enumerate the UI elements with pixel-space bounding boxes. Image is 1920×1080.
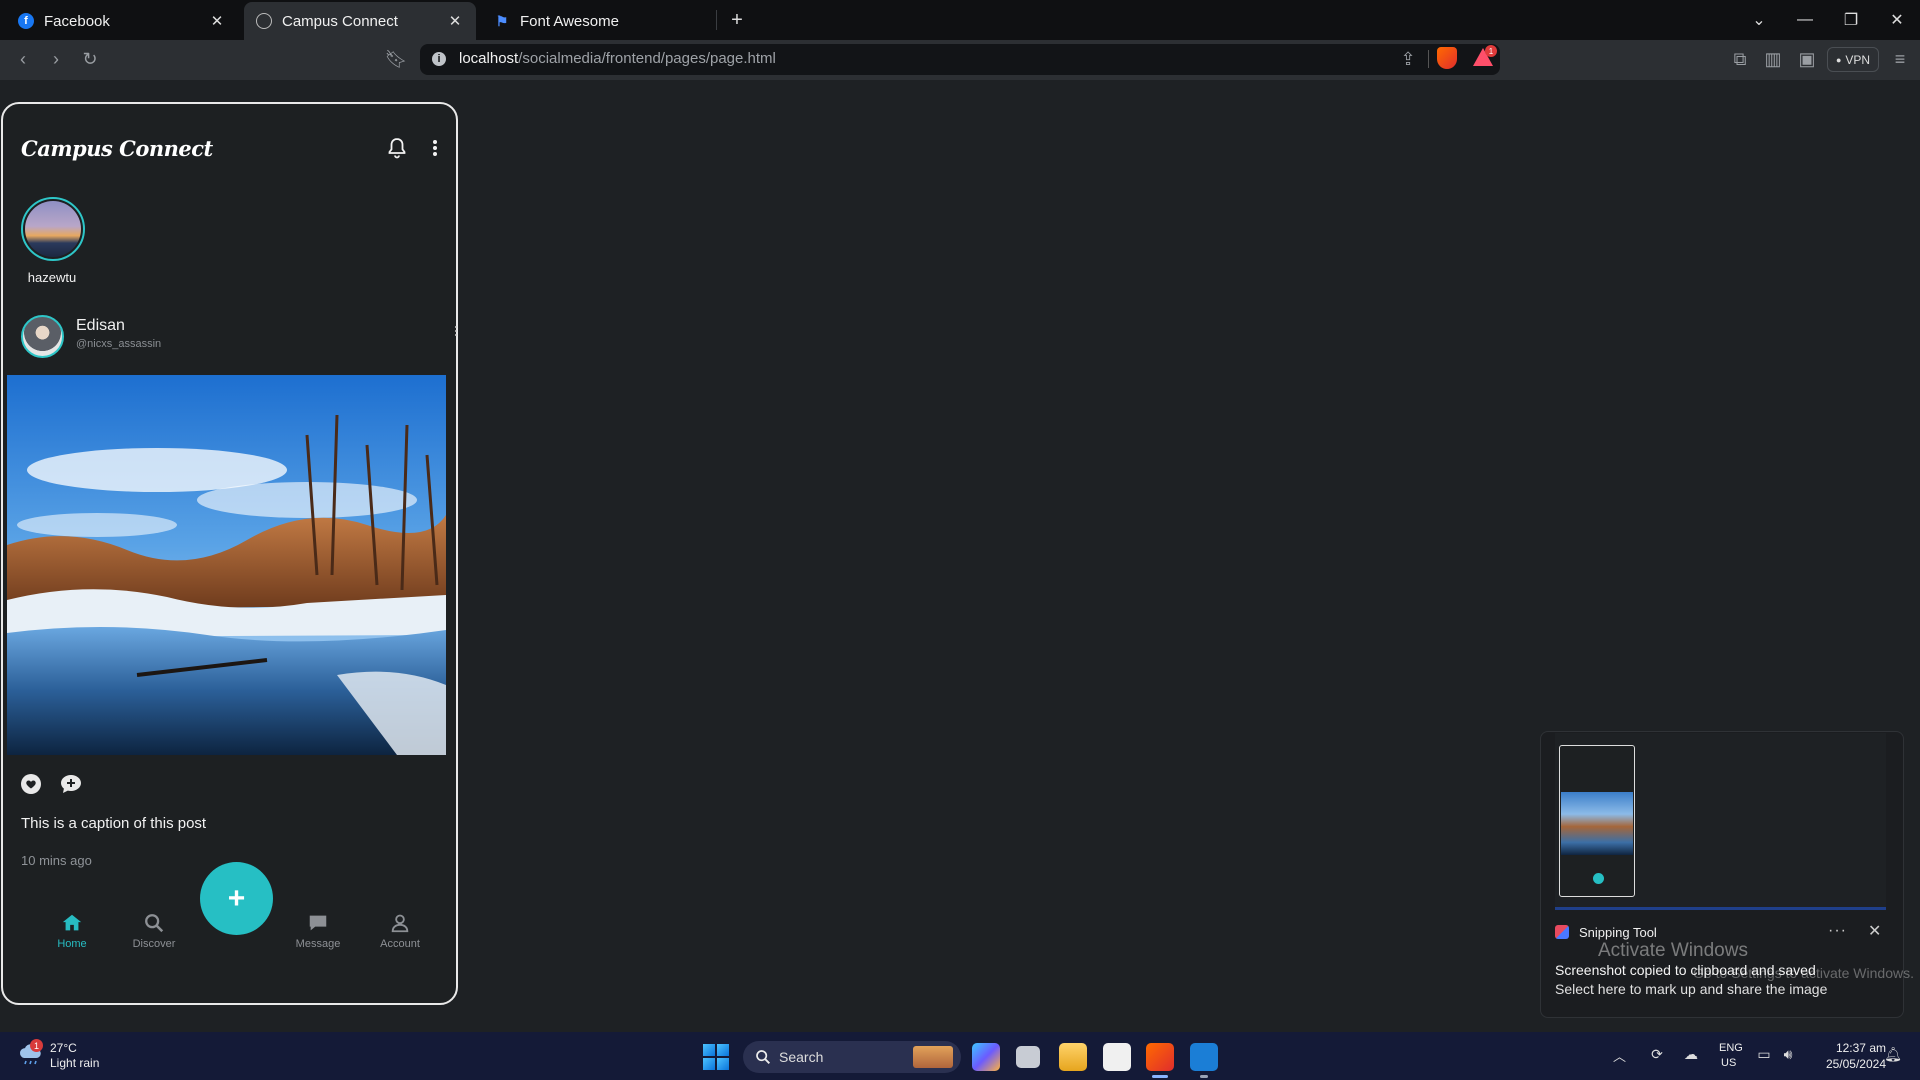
tab-search-icon[interactable]: ⌄ xyxy=(1736,0,1782,40)
nav-account[interactable]: Account xyxy=(360,912,440,950)
activation-watermark: Activate Windows xyxy=(1598,940,1748,961)
notification-bell-icon[interactable]: 🔔︎ xyxy=(1884,1045,1902,1063)
nav-discover-label: Discover xyxy=(132,938,176,950)
url-host: localhost xyxy=(459,50,519,67)
post-caption: This is a caption of this post xyxy=(21,815,207,832)
vpn-button[interactable]: ● VPN xyxy=(1827,47,1879,72)
nav-message[interactable]: Message xyxy=(278,912,358,950)
active-app-indicator xyxy=(1152,1075,1168,1078)
tab-label: Font Awesome xyxy=(520,12,619,30)
snipping-tool-icon xyxy=(1555,925,1569,939)
flag-icon: ⚑ xyxy=(495,12,509,29)
facebook-icon: f xyxy=(18,13,34,29)
chevron-up-icon[interactable]: ︿ xyxy=(1613,1046,1626,1065)
notification-more-icon[interactable]: ··· xyxy=(1828,922,1847,940)
clock-time[interactable]: 12:37 am xyxy=(1826,1041,1886,1055)
nav-home[interactable]: Home xyxy=(32,912,112,950)
url-path: /socialmedia/frontend/pages/page.html xyxy=(518,50,776,67)
wallet-icon[interactable]: ▣ xyxy=(1792,44,1822,74)
more-options-icon[interactable] xyxy=(425,136,445,160)
tab-campus-connect[interactable]: Campus Connect ✕ xyxy=(244,2,476,40)
site-info-icon[interactable]: i xyxy=(432,52,446,66)
create-post-button[interactable]: + xyxy=(200,862,273,935)
globe-icon xyxy=(256,13,272,29)
onedrive-icon[interactable]: ☁ xyxy=(1682,1045,1700,1063)
back-button[interactable]: ‹ xyxy=(8,44,38,74)
clock-date[interactable]: 25/05/2024 xyxy=(1814,1057,1886,1071)
comment-icon[interactable] xyxy=(60,774,82,794)
weather-temperature[interactable]: 27°C xyxy=(50,1041,77,1055)
weather-description[interactable]: Light rain xyxy=(50,1056,99,1070)
post-author-avatar[interactable] xyxy=(21,315,64,358)
nav-home-label: Home xyxy=(57,938,87,950)
story-avatar[interactable] xyxy=(21,197,85,261)
file-explorer-icon[interactable] xyxy=(1059,1043,1087,1071)
reload-button[interactable]: ↻ xyxy=(75,44,105,74)
tab-label: Facebook xyxy=(44,12,110,30)
close-tab-icon[interactable]: ✕ xyxy=(446,12,464,30)
tab-font-awesome[interactable]: ⚑ Font Awesome xyxy=(482,2,714,40)
volume-icon[interactable]: 🔊︎ xyxy=(1779,1045,1797,1063)
post-timestamp: 10 mins ago xyxy=(21,853,92,868)
minimize-button[interactable]: — xyxy=(1782,0,1828,40)
nav-discover[interactable]: Discover xyxy=(114,912,194,950)
tab-label: Campus Connect xyxy=(282,12,398,30)
resize-handle[interactable] xyxy=(454,326,458,340)
sync-icon[interactable]: ⟳ xyxy=(1648,1045,1666,1063)
tab-facebook[interactable]: f Facebook ✕ xyxy=(6,2,238,40)
keyboard-layout-indicator[interactable]: US xyxy=(1721,1057,1736,1069)
rewards-badge: 1 xyxy=(1485,45,1497,57)
notification-app-name: Snipping Tool xyxy=(1579,925,1657,940)
bell-icon[interactable] xyxy=(385,136,409,160)
notification-body: Select here to mark up and share the ima… xyxy=(1555,981,1828,997)
language-indicator[interactable]: ENG xyxy=(1719,1042,1743,1054)
url-divider xyxy=(1428,50,1429,68)
heart-glyph xyxy=(26,780,36,789)
close-tab-icon[interactable]: ✕ xyxy=(208,12,226,30)
search-icon xyxy=(145,914,164,933)
thumbnail-fab xyxy=(1593,873,1604,884)
taskbar-search-label: Search xyxy=(779,1049,824,1065)
copilot-icon[interactable] xyxy=(972,1043,1000,1071)
restore-button[interactable]: ❐ xyxy=(1828,0,1874,40)
start-button[interactable] xyxy=(703,1044,729,1070)
vscode-icon[interactable] xyxy=(1190,1043,1218,1071)
forward-button[interactable]: › xyxy=(41,44,71,74)
post-image[interactable] xyxy=(7,375,446,755)
bookmark-icon[interactable]: 🔖︎ xyxy=(381,44,411,74)
search-icon xyxy=(756,1050,770,1064)
network-icon[interactable]: ▭ xyxy=(1755,1045,1773,1063)
nav-message-label: Message xyxy=(295,938,341,950)
microsoft-store-icon[interactable] xyxy=(1103,1043,1131,1071)
app-logo: Campus Connect xyxy=(21,136,213,161)
url-text[interactable]: localhost/socialmedia/frontend/pages/pag… xyxy=(459,50,776,67)
thumbnail-post-image xyxy=(1561,792,1633,855)
message-icon xyxy=(309,915,327,931)
search-highlight-image xyxy=(913,1046,953,1068)
brave-shield-icon[interactable] xyxy=(1437,47,1457,69)
heart-icon[interactable] xyxy=(21,774,41,794)
close-window-button[interactable]: ✕ xyxy=(1874,0,1920,40)
vpn-label: VPN xyxy=(1845,52,1871,67)
brave-browser-icon[interactable] xyxy=(1146,1043,1174,1071)
notification-title: Screenshot copied to clipboard and saved xyxy=(1555,962,1816,978)
menu-icon[interactable]: ≡ xyxy=(1885,44,1915,74)
sidebar-icon[interactable]: ▥ xyxy=(1758,44,1788,74)
taskbar-search[interactable]: Search xyxy=(743,1041,961,1073)
home-icon xyxy=(62,914,82,931)
post-author-handle: @nicxs_assassin xyxy=(76,338,162,350)
task-view-icon[interactable] xyxy=(1016,1046,1040,1068)
user-icon xyxy=(391,914,409,933)
share-icon[interactable]: ⇪ xyxy=(1393,44,1423,74)
story-avatar-image xyxy=(25,201,81,257)
nav-account-label: Account xyxy=(380,938,420,950)
running-app-indicator xyxy=(1200,1075,1208,1078)
story-username: hazewtu xyxy=(27,270,77,285)
notification-close-icon[interactable]: ✕ xyxy=(1868,921,1881,941)
post-author-name[interactable]: Edisan xyxy=(76,317,125,335)
new-tab-button[interactable]: + xyxy=(714,0,760,40)
vpn-shield-icon: ● xyxy=(1835,54,1842,65)
extensions-icon[interactable]: ⧉ xyxy=(1725,44,1755,74)
weather-alert-badge: 1 xyxy=(30,1039,43,1052)
